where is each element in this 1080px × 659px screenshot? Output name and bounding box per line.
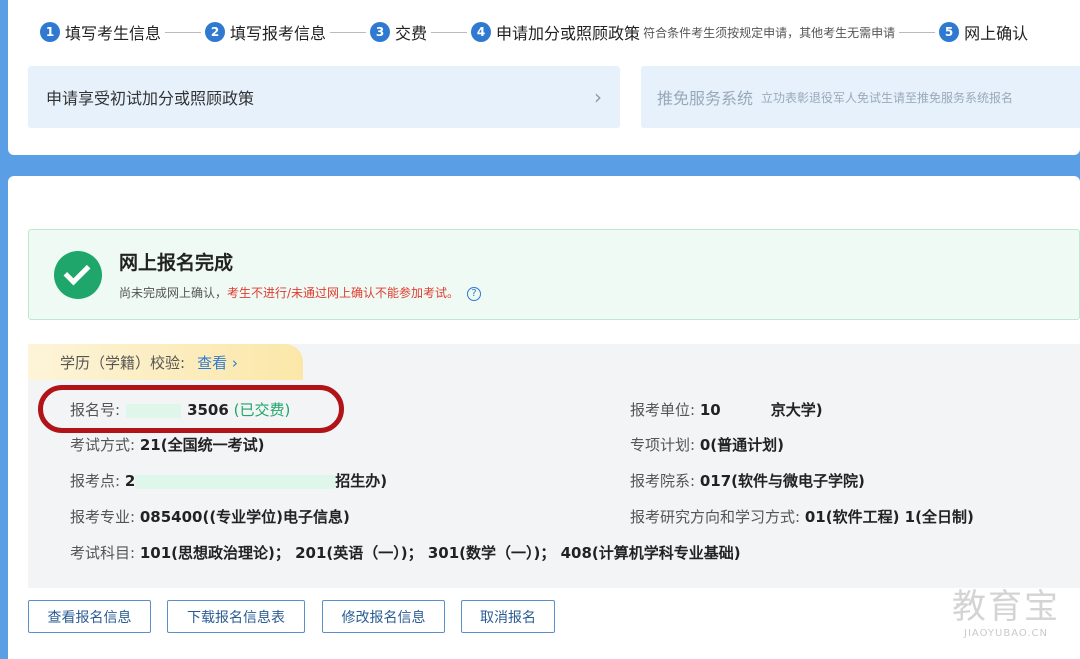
help-icon[interactable]: ? — [467, 286, 482, 301]
major-value: 085400((专业学位)电子信息) — [139, 508, 350, 526]
subjects-row: 考试科目: 101(思想政治理论)； 201(英语（一）)； 301(数学（一）… — [70, 542, 741, 563]
education-check-tab: 学历（学籍）校验: 查看 › — [28, 344, 303, 380]
download-registration-button[interactable]: 下载报名信息表 — [167, 600, 305, 633]
step-1-label: 填写考生信息 — [65, 24, 162, 43]
exempt-service-title: 推免服务系统 — [657, 89, 754, 108]
exam-site-value-start: 2 — [124, 472, 136, 490]
cancel-registration-button[interactable]: 取消报名 — [461, 600, 555, 633]
step-3-number: 3 — [370, 22, 391, 42]
success-title: 网上报名完成 — [119, 252, 234, 274]
modify-registration-button[interactable]: 修改报名信息 — [322, 600, 445, 633]
bonus-policy-label: 申请享受初试加分或照顾政策 — [46, 89, 255, 108]
step-5[interactable]: 5 网上确认 — [939, 20, 1028, 44]
special-plan-row: 专项计划: 0(普通计划) — [630, 434, 784, 455]
subjects-value: 101(思想政治理论)； 201(英语（一）)； 301(数学（一）)； 408… — [139, 544, 741, 562]
step-connector — [165, 31, 202, 33]
special-plan-value: 0(普通计划) — [699, 436, 784, 454]
step-connector — [899, 31, 936, 33]
step-connector — [330, 31, 367, 33]
step-3-label: 交费 — [395, 24, 428, 43]
step-2-number: 2 — [205, 22, 226, 42]
direction-row: 报考研究方向和学习方式: 01(软件工程) 1(全日制) — [630, 506, 974, 527]
step-2[interactable]: 2 填写报考信息 — [205, 20, 326, 44]
step-bar: 1 填写考生信息 2 填写报考信息 3 交费 4 申请加分或照顾政策 符合条件考… — [40, 18, 1028, 46]
check-circle-icon — [54, 251, 102, 299]
step-1[interactable]: 1 填写考生信息 — [40, 20, 161, 44]
department-label: 报考院系: — [630, 472, 696, 490]
registration-card: 网上报名完成 尚未完成网上确认，考生不进行/未通过网上确认不能参加考试。? 学历… — [8, 176, 1080, 659]
step-card: 1 填写考生信息 2 填写报考信息 3 交费 4 申请加分或照顾政策 符合条件考… — [8, 0, 1080, 155]
watermark-title: 教育宝 — [952, 587, 1060, 627]
watermark-url: JIAOYUBAO.CN — [964, 628, 1048, 639]
unit-label: 报考单位: — [630, 401, 696, 419]
watermark-logo: 教育宝 JIAOYUBAO.CN — [952, 579, 1060, 639]
education-check-label: 学历（学籍）校验: — [60, 353, 186, 372]
step-2-label: 填写报考信息 — [230, 24, 327, 43]
step-3[interactable]: 3 交费 — [370, 20, 427, 44]
view-registration-button[interactable]: 查看报名信息 — [28, 600, 151, 633]
step-1-number: 1 — [40, 22, 60, 42]
major-row: 报考专业: 085400((专业学位)电子信息) — [70, 506, 350, 527]
department-row: 报考院系: 017(软件与微电子学院) — [630, 470, 865, 491]
step-4-label: 申请加分或照顾政策 — [496, 24, 641, 43]
step-4-number: 4 — [471, 22, 492, 42]
exam-mode-value: 21(全国统一考试) — [139, 436, 265, 454]
success-note: 尚未完成网上确认， — [119, 286, 228, 300]
redacted-block — [720, 403, 771, 418]
exam-mode-row: 考试方式: 21(全国统一考试) — [70, 434, 264, 455]
unit-value-start: 10 — [699, 401, 721, 419]
registration-info: 学历（学籍）校验: 查看 › 报名号: 3506 (已交费) 考试方式: 21(全… — [28, 344, 1080, 588]
success-subtitle: 尚未完成网上确认，考生不进行/未通过网上确认不能参加考试。? — [119, 284, 482, 301]
direction-label: 报考研究方向和学习方式: — [630, 508, 801, 526]
success-banner: 网上报名完成 尚未完成网上确认，考生不进行/未通过网上确认不能参加考试。? — [28, 229, 1080, 320]
exam-site-value-end: 招生办) — [335, 472, 388, 490]
exempt-service-subtitle: 立功表彰退役军人免试生请至推免服务系统报名 — [761, 90, 1014, 105]
redacted-block — [135, 474, 336, 489]
step-4[interactable]: 4 申请加分或照顾政策 符合条件考生须按规定申请，其他考生无需申请 — [471, 20, 895, 44]
major-label: 报考专业: — [70, 508, 136, 526]
unit-row: 报考单位: 10 京大学) — [630, 399, 823, 420]
direction-value: 01(软件工程) 1(全日制) — [804, 508, 974, 526]
chevron-right-icon: › — [594, 85, 602, 109]
step-connector — [431, 31, 468, 33]
special-plan-label: 专项计划: — [630, 436, 696, 454]
success-warning: 考生不进行/未通过网上确认不能参加考试。 — [227, 286, 460, 300]
subjects-label: 考试科目: — [70, 544, 136, 562]
step-5-number: 5 — [939, 22, 960, 42]
bonus-policy-panel[interactable]: 申请享受初试加分或照顾政策 › — [28, 66, 620, 128]
step-5-label: 网上确认 — [964, 24, 1029, 43]
step-4-note: 符合条件考生须按规定申请，其他考生无需申请 — [643, 25, 896, 40]
unit-value-end: 京大学) — [770, 401, 823, 419]
exempt-service-panel[interactable]: 推免服务系统 立功表彰退役军人免试生请至推免服务系统报名 — [641, 66, 1080, 128]
exam-site-row: 报考点: 2 招生办) — [70, 470, 387, 491]
department-value: 017(软件与微电子学院) — [699, 472, 865, 490]
exam-mode-label: 考试方式: — [70, 436, 136, 454]
highlight-ring — [38, 385, 344, 433]
education-check-link[interactable]: 查看 › — [197, 352, 238, 373]
exam-site-label: 报考点: — [70, 472, 121, 490]
